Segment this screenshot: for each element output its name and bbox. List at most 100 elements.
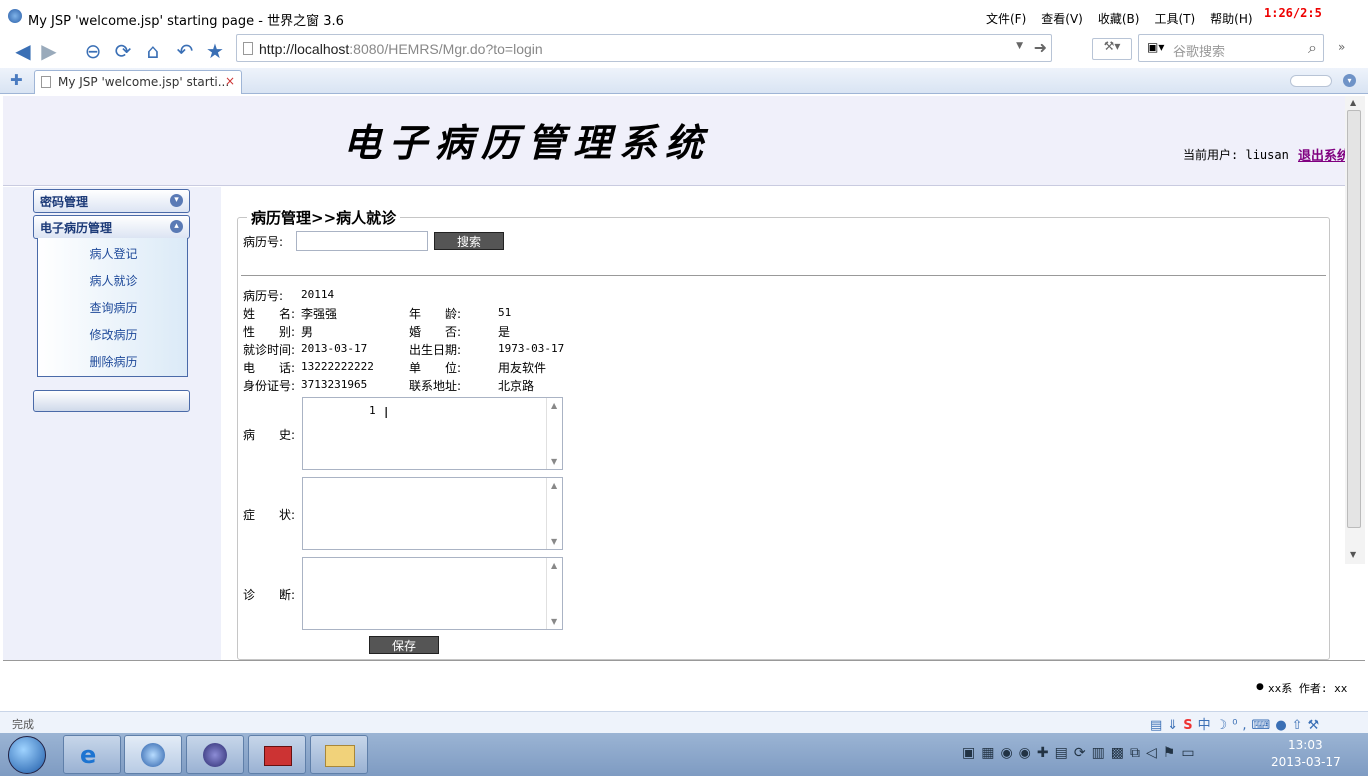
undo-icon[interactable]: ↶: [172, 38, 198, 64]
title-bar: My JSP 'welcome.jsp' starting page - 世界之…: [0, 0, 1368, 36]
sidebar-section-password[interactable]: 密码管理 ▾: [33, 189, 190, 213]
menu-file[interactable]: 文件(F): [986, 10, 1026, 27]
page-scrollbar[interactable]: ▲ ▼: [1345, 96, 1365, 564]
address-value: 北京路: [498, 379, 535, 393]
status-tray-icons[interactable]: ▤⇓S中☽⁰,⌨●⇧⚒: [1150, 714, 1324, 733]
sidebar-item-visit[interactable]: 病人就诊: [38, 272, 189, 289]
search-box[interactable]: ▣▾ 谷歌搜索 ⌕: [1138, 34, 1324, 62]
dropdown-icon[interactable]: ▼: [1016, 41, 1023, 51]
page-footer: ● xx系 作者: xx: [3, 660, 1365, 710]
history-label: 病 史:: [243, 428, 296, 442]
forward-icon[interactable]: ▶: [36, 38, 62, 64]
tab-scroll-handle[interactable]: [1290, 75, 1332, 87]
birth-label: 出生日期:: [409, 343, 462, 357]
menu-favorites[interactable]: 收藏(B): [1098, 10, 1140, 27]
tab-label: My JSP 'welcome.jsp' starti...: [58, 75, 230, 89]
married-value: 是: [498, 325, 511, 339]
system-tray-icons[interactable]: ▣▦◉◉✚▤⟳▥▩⧉◁⚑▭: [962, 745, 1201, 761]
logout-link[interactable]: 退出系统: [1298, 145, 1350, 164]
birth-value: 1973-03-17: [498, 342, 565, 355]
tab-active[interactable]: My JSP 'welcome.jsp' starti... ×: [34, 70, 242, 94]
phone-label: 电 话:: [243, 361, 296, 375]
scroll-down-icon[interactable]: ▼: [1350, 550, 1356, 559]
collapse-icon[interactable]: ▴: [170, 220, 183, 233]
textarea-scrollbar[interactable]: ▲ ▼: [546, 398, 562, 469]
history-textarea[interactable]: 1 I ▲ ▼: [302, 397, 563, 470]
search-input[interactable]: 谷歌搜索: [1173, 41, 1225, 60]
tools-icon[interactable]: ⚒▾: [1092, 38, 1132, 60]
textarea-scrollbar[interactable]: ▲ ▼: [546, 558, 562, 629]
sidebar-item-edit[interactable]: 修改病历: [38, 326, 189, 343]
current-user-name: liusan: [1245, 148, 1289, 162]
stop-icon[interactable]: ⊖: [80, 38, 106, 64]
url-rest: :8080/HEMRS/Mgr.do?to=login: [349, 41, 543, 57]
sidebar-item-register[interactable]: 病人登记: [38, 245, 189, 262]
taskbar-toolbox-icon[interactable]: [248, 735, 306, 774]
current-user-label: 当前用户:: [1183, 148, 1239, 162]
symptom-textarea[interactable]: ▲ ▼: [302, 477, 563, 550]
record-search-label: 病历号:: [243, 235, 284, 249]
name-label: 姓 名:: [243, 307, 296, 321]
org-label: 单 位:: [409, 361, 462, 375]
married-label: 婚 否:: [409, 325, 462, 339]
sidebar-item-query[interactable]: 查询病历: [38, 299, 189, 316]
home-icon[interactable]: ⌂: [140, 38, 166, 64]
search-button[interactable]: 搜索: [434, 232, 504, 250]
browser-globe-icon: [8, 9, 22, 23]
new-tab-icon[interactable]: ✚: [10, 71, 23, 89]
url-text[interactable]: http://localhost:8080/HEMRS/Mgr.do?to=lo…: [259, 41, 543, 57]
start-button-icon[interactable]: [8, 736, 46, 774]
page-header: 电子病历管理系统 当前用户: liusan 退出系统: [3, 96, 1365, 186]
menu-tools[interactable]: 工具(T): [1154, 10, 1195, 27]
sidebar-submenu: 病人登记 病人就诊 查询病历 修改病历 删除病历: [37, 238, 188, 377]
expand-icon[interactable]: ▾: [170, 194, 183, 207]
address-bar[interactable]: http://localhost:8080/HEMRS/Mgr.do?to=lo…: [236, 34, 1052, 62]
visit-time-value: 2013-03-17: [301, 342, 368, 355]
taskbar-browser-icon[interactable]: [124, 735, 182, 774]
save-button[interactable]: 保存: [369, 636, 439, 654]
record-search-input[interactable]: [296, 231, 428, 251]
taskbar-eclipse-icon[interactable]: [186, 735, 244, 774]
gender-label: 性 别:: [243, 325, 296, 339]
sidebar-section-label: 密码管理: [40, 195, 89, 209]
status-text: 完成: [12, 718, 34, 731]
back-icon[interactable]: ◀: [10, 38, 36, 64]
age-value: 51: [498, 306, 512, 319]
menu-view[interactable]: 查看(V): [1041, 10, 1083, 27]
clock-date[interactable]: 2013-03-17: [1271, 755, 1341, 769]
tab-page-icon: [41, 76, 51, 88]
favorite-star-icon[interactable]: ★: [202, 38, 228, 64]
sidebar-section-emr[interactable]: 电子病历管理 ▴: [33, 215, 190, 239]
divider: [241, 275, 1326, 276]
search-icon[interactable]: ⌕: [1308, 38, 1317, 58]
menu-help[interactable]: 帮助(H): [1210, 10, 1252, 27]
web-page: 电子病历管理系统 当前用户: liusan 退出系统 密码管理 ▾ 电子病历管理…: [3, 96, 1365, 710]
status-bar: 完成 ▤⇓S中☽⁰,⌨●⇧⚒: [0, 711, 1368, 733]
history-text: 1: [369, 404, 376, 417]
taskbar-folder-icon[interactable]: [310, 735, 368, 774]
text-cursor-icon: I: [384, 404, 389, 422]
window-title: My JSP 'welcome.jsp' starting page - 世界之…: [28, 14, 344, 29]
scroll-up-icon[interactable]: ▲: [1350, 98, 1356, 107]
record-no-label: 病历号:: [243, 289, 284, 303]
diagnosis-textarea[interactable]: ▲ ▼: [302, 557, 563, 630]
textarea-scrollbar[interactable]: ▲ ▼: [546, 478, 562, 549]
scroll-thumb[interactable]: [1347, 110, 1361, 528]
gender-value: 男: [301, 325, 314, 339]
go-arrow-icon[interactable]: ➜: [1034, 38, 1047, 57]
phone-value: 13222222222: [301, 360, 374, 373]
name-value: 李强强: [301, 307, 338, 321]
system-title: 电子病历管理系统: [343, 120, 712, 165]
tab-menu-icon[interactable]: ▾: [1343, 74, 1356, 87]
timer-overlay: 1:26/2:5: [1264, 6, 1322, 20]
form-legend: 病历管理>>病人就诊: [247, 207, 401, 228]
refresh-icon[interactable]: ⟳: [110, 38, 136, 64]
close-tab-icon[interactable]: ×: [225, 74, 235, 88]
menu-bar: 文件(F) 查看(V) 收藏(B) 工具(T) 帮助(H): [986, 10, 1253, 27]
age-label: 年 龄:: [409, 307, 462, 321]
clock-time[interactable]: 13:03: [1288, 738, 1323, 752]
visit-time-label: 就诊时间:: [243, 343, 296, 357]
sidebar-item-delete[interactable]: 删除病历: [38, 353, 189, 370]
taskbar-ie-icon[interactable]: e: [63, 735, 121, 774]
more-chevron-icon[interactable]: »: [1338, 40, 1345, 54]
